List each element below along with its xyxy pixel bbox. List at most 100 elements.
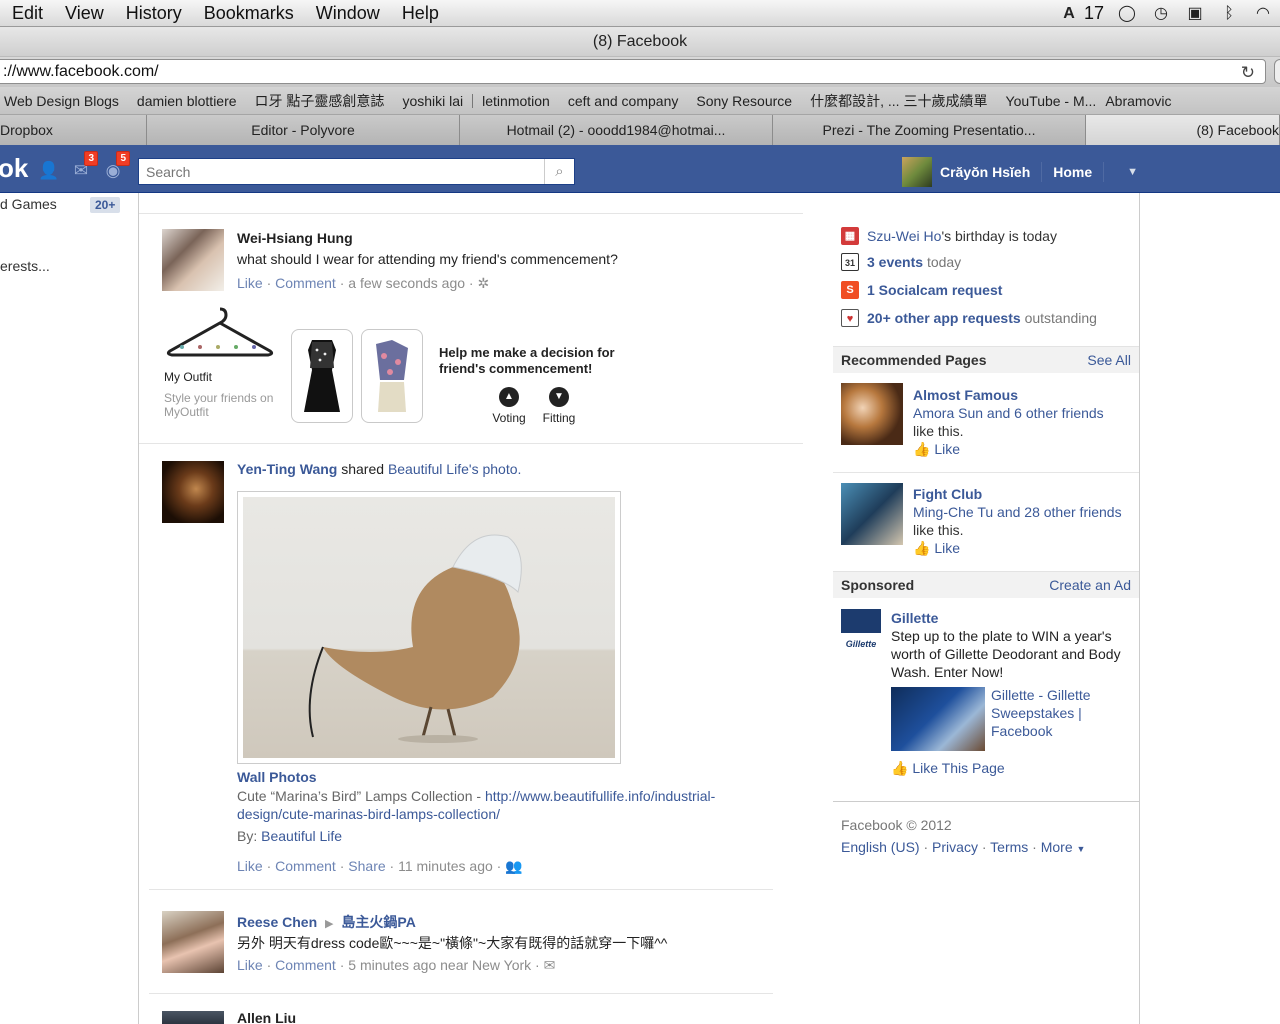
menu-view[interactable]: View <box>65 3 104 24</box>
photo-link[interactable]: photo. <box>482 461 521 477</box>
time-machine-icon[interactable]: ◷ <box>1150 5 1172 23</box>
tray-number[interactable]: 17 <box>1084 3 1104 24</box>
events-link[interactable]: 3 events <box>867 254 923 270</box>
caret-down-icon[interactable]: ▼ <box>1077 844 1086 854</box>
footer-privacy-link[interactable]: Privacy <box>932 839 978 855</box>
menu-edit[interactable]: Edit <box>12 3 43 24</box>
home-link[interactable]: Home <box>1053 164 1092 180</box>
see-all-link[interactable]: See All <box>1087 347 1131 374</box>
friend-requests-icon[interactable]: 👤 <box>38 161 60 181</box>
account-menu-icon[interactable]: ▼ <box>1123 162 1142 182</box>
bookmark-item[interactable]: damien blottiere <box>137 93 237 109</box>
user-avatar[interactable] <box>902 157 932 187</box>
facebook-logo[interactable]: ok <box>0 153 28 184</box>
outfit-option-dress[interactable] <box>291 329 353 423</box>
comment-link[interactable]: Comment <box>275 858 336 874</box>
owner-link[interactable]: Beautiful Life <box>388 461 469 477</box>
display-icon[interactable]: ▣ <box>1184 5 1206 23</box>
album-link[interactable]: Wall Photos <box>237 769 317 785</box>
friend-link[interactable]: Ming-Che Tu <box>913 504 993 520</box>
other-friends-link[interactable]: and 28 other friends <box>993 504 1122 520</box>
story-author-photo[interactable] <box>162 911 224 973</box>
bookmark-item[interactable]: ロ牙 點子靈感創意誌 <box>255 91 385 111</box>
like-link[interactable]: Like <box>237 858 263 874</box>
bluetooth-icon[interactable]: ᛒ <box>1218 5 1240 23</box>
story-actor-link[interactable]: Yen-Ting Wang <box>237 461 337 477</box>
page-name-link[interactable]: Almost Famous <box>913 386 1133 404</box>
page-thumbnail[interactable] <box>841 483 903 545</box>
bookmark-item[interactable]: ceft and company <box>568 93 679 109</box>
page-thumbnail[interactable] <box>841 383 903 445</box>
story-timestamp[interactable]: 5 minutes ago near New York <box>348 957 531 973</box>
ad-image[interactable] <box>891 687 985 751</box>
bookmark-item[interactable]: letinmotion <box>482 93 550 109</box>
story-author-photo[interactable] <box>162 1011 224 1024</box>
story-actor-link[interactable]: Allen Liu <box>237 1010 296 1024</box>
tab-dropbox[interactable]: Dropbox <box>0 115 147 145</box>
leftnav-interests[interactable]: erests... <box>0 258 50 274</box>
page-like-button[interactable]: 👍 Like <box>913 440 1133 458</box>
ad-link[interactable]: Gillette - Gillette Sweepstakes | Facebo… <box>991 686 1131 740</box>
bookmark-item[interactable]: Sony Resource <box>696 93 792 109</box>
voting-button[interactable]: ▲ Voting <box>491 387 527 425</box>
birthday-name-link[interactable]: Szu-Wei Ho <box>867 228 941 244</box>
story-author-photo[interactable] <box>162 461 224 523</box>
outfit-option-floral[interactable] <box>361 329 423 423</box>
leftnav-games[interactable]: d Games <box>0 196 57 212</box>
share-link[interactable]: Share <box>348 858 385 874</box>
notifications-icon[interactable]: ◉ 5 <box>102 151 130 181</box>
myoutfit-app[interactable]: My Outfit Style your friends on MyOutfit <box>164 303 279 419</box>
menu-history[interactable]: History <box>126 3 182 24</box>
tab-prezi[interactable]: Prezi - The Zooming Presentatio... <box>773 115 1086 145</box>
ad-title-link[interactable]: Gillette <box>891 609 1131 627</box>
footer-language-link[interactable]: English (US) <box>841 839 920 855</box>
messages-icon[interactable]: ✉ 3 <box>70 151 98 181</box>
app-requests-link[interactable]: 20+ other app requests <box>867 310 1021 326</box>
adobe-icon[interactable]: A <box>1058 5 1080 23</box>
shared-photo[interactable] <box>237 491 621 764</box>
facebook-header: ok 👤 ✉ 3 ◉ 5 ⌕ Crăyŏn Hsĭeh Home ▼ <box>0 145 1280 193</box>
bookmark-item[interactable]: Abramovic <box>1105 93 1171 109</box>
story-actor-link[interactable]: Wei-Hsiang Hung <box>237 230 353 246</box>
comment-link[interactable]: Comment <box>275 957 336 973</box>
user-name-link[interactable]: Crăyŏn Hsĭeh <box>940 164 1030 180</box>
footer-terms-link[interactable]: Terms <box>990 839 1028 855</box>
other-friends-link[interactable]: and 6 other friends <box>983 405 1104 421</box>
footer-more-link[interactable]: More <box>1041 839 1073 855</box>
menu-window[interactable]: Window <box>316 3 380 24</box>
tab-polyvore[interactable]: Editor - Polyvore <box>147 115 460 145</box>
bookmark-item[interactable]: YouTube - M... <box>1006 93 1097 109</box>
reload-icon[interactable]: ↻ <box>1241 61 1255 84</box>
bookmark-item[interactable]: 什麼都設計, ... <box>810 91 899 111</box>
by-link[interactable]: Beautiful Life <box>261 828 342 844</box>
bookmark-item[interactable]: 三十歲成績單 <box>904 91 988 111</box>
like-link[interactable]: Like <box>237 275 263 291</box>
friend-link[interactable]: Amora Sun <box>913 405 983 421</box>
comment-link[interactable]: Comment <box>275 275 336 291</box>
like-this-page-button[interactable]: 👍 Like This Page <box>891 759 1111 777</box>
story-author-photo[interactable] <box>162 229 224 291</box>
tab-hotmail[interactable]: Hotmail (2) - ooodd1984@hotmai... <box>460 115 773 145</box>
story-actor-link[interactable]: Reese Chen <box>237 914 317 930</box>
story-target-link[interactable]: 島主火鍋PA <box>341 914 415 930</box>
search-icon[interactable]: ⌕ <box>544 159 574 184</box>
url-field[interactable]: ://www.facebook.com/ ↻ <box>0 59 1266 84</box>
story-timestamp[interactable]: 11 minutes ago <box>398 858 493 874</box>
chat-bubble-icon[interactable]: ◯ <box>1116 5 1138 23</box>
gillette-logo[interactable]: Gillette <box>841 609 881 649</box>
page-name-link[interactable]: Fight Club <box>913 485 1133 503</box>
caption-text: Cute “Marina’s Bird” Lamps Collection - <box>237 788 485 804</box>
story-timestamp[interactable]: a few seconds ago <box>348 275 465 291</box>
search-input[interactable] <box>139 159 545 184</box>
fitting-button[interactable]: ▼ Fitting <box>541 387 577 425</box>
menu-bookmarks[interactable]: Bookmarks <box>204 3 294 24</box>
wifi-icon[interactable]: ◠ <box>1252 5 1274 23</box>
bookmark-item[interactable]: yoshiki lai <box>402 93 463 109</box>
like-link[interactable]: Like <box>237 957 263 973</box>
create-ad-link[interactable]: Create an Ad <box>1049 572 1131 599</box>
socialcam-request-link[interactable]: 1 Socialcam request <box>867 282 1002 298</box>
tab-facebook[interactable]: (8) Facebook <box>1086 115 1280 145</box>
page-like-button[interactable]: 👍 Like <box>913 539 1133 557</box>
menu-help[interactable]: Help <box>402 3 439 24</box>
bookmark-item[interactable]: Web Design Blogs <box>4 93 119 109</box>
